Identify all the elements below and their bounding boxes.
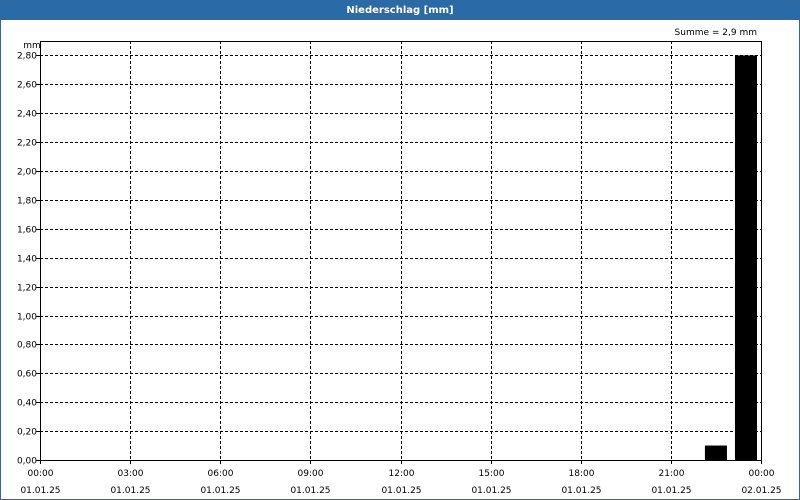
x-tick-date-label: 01.01.25 <box>561 486 601 496</box>
grid-layer <box>40 41 761 460</box>
sum-annotation: Summe = 2,9 mm <box>675 28 757 38</box>
axis-layer: 0,00 0,20 0,40 0,60 0,80 1,00 1,20 1,40 1,60 1,80… <box>17 41 782 496</box>
x-tick-date-label: 01.01.25 <box>200 486 240 496</box>
y-tick-label: 1,00 <box>17 313 37 323</box>
x-tick-time-label: 15:00 <box>479 469 505 479</box>
x-tick-time-label: 18:00 <box>569 469 595 479</box>
x-tick-time-label: 00:00 <box>28 469 54 479</box>
y-axis-unit: mm <box>23 41 41 51</box>
y-tick-label: 2,60 <box>17 81 37 91</box>
y-tick-label: 0,20 <box>17 428 37 438</box>
x-tick-time-label: 09:00 <box>298 469 324 479</box>
window-title: Niederschlag [mm] <box>1 1 799 20</box>
y-tick-label: 0,80 <box>17 341 37 351</box>
x-tick-date-label: 02.01.25 <box>741 486 781 496</box>
y-tick-label: 2,80 <box>17 52 37 62</box>
x-tick-date-label: 01.01.25 <box>471 486 511 496</box>
y-tick-label: 0,00 <box>17 457 37 467</box>
y-tick-label: 0,40 <box>17 399 37 409</box>
y-tick-label: 1,60 <box>17 226 37 236</box>
y-tick-label: 1,80 <box>17 197 37 207</box>
y-tick-label: 0,60 <box>17 370 37 380</box>
x-tick-time-label: 00:00 <box>749 469 775 479</box>
precipitation-bar <box>704 445 727 460</box>
x-tick-time-label: 12:00 <box>389 469 415 479</box>
bars-layer <box>704 55 757 461</box>
y-tick-label: 2,20 <box>17 139 37 149</box>
x-tick-time-label: 06:00 <box>208 469 234 479</box>
x-tick-date-label: 01.01.25 <box>110 486 150 496</box>
y-tick-label: 2,40 <box>17 110 37 120</box>
x-tick-time-label: 03:00 <box>118 469 144 479</box>
precipitation-bar <box>734 55 757 461</box>
y-tick-label: 2,00 <box>17 168 37 178</box>
y-tick-label: 1,20 <box>17 284 37 294</box>
x-tick-date-label: 01.01.25 <box>290 486 330 496</box>
x-tick-date-label: 01.01.25 <box>381 486 421 496</box>
precipitation-chart: 0,00 0,20 0,40 0,60 0,80 1,00 1,20 1,40 1,60 1,80… <box>17 28 782 496</box>
x-tick-time-label: 21:00 <box>659 469 685 479</box>
x-tick-date-label: 01.01.25 <box>651 486 691 496</box>
y-tick-label: 1,40 <box>17 255 37 265</box>
x-tick-date-label: 01.01.25 <box>20 486 60 496</box>
chart-window: Niederschlag [mm] 0,00 0,20 0,40 0,60 0,80 1,… <box>0 0 800 500</box>
